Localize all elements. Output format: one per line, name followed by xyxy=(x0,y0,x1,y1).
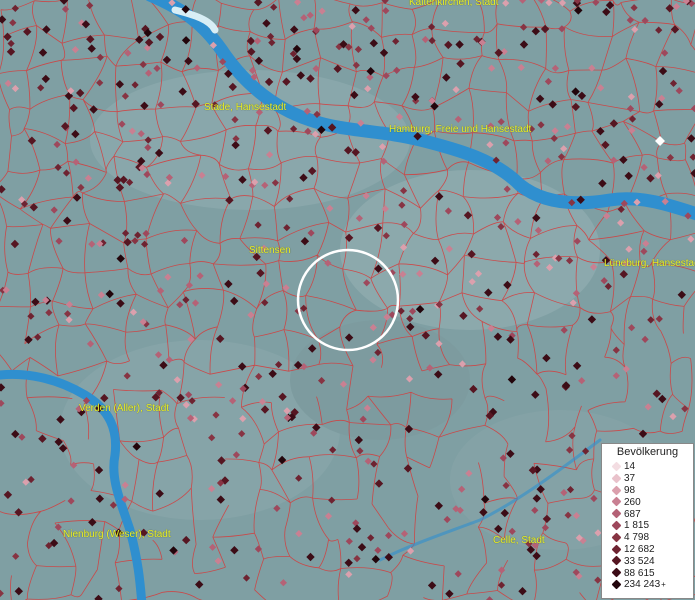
legend-item: 4 798 xyxy=(602,532,693,544)
label-stade: Stade, Hansestadt xyxy=(204,102,287,113)
legend-item: 33 524 xyxy=(602,555,693,567)
legend-title: Bevölkerung xyxy=(616,446,679,458)
legend-item: 234 243 + xyxy=(602,579,693,591)
label-celle: Celle, Stadt xyxy=(493,535,545,546)
label-hamburg: Hamburg, Freie und Hansestadt xyxy=(389,124,532,135)
legend-item: 260 xyxy=(602,496,693,508)
legend-swatch-icon xyxy=(611,496,622,507)
legend-swatch-icon xyxy=(611,485,622,496)
legend-item: 88 615 xyxy=(602,567,693,579)
legend-swatch-icon xyxy=(611,520,622,531)
legend-swatch-icon xyxy=(611,508,622,519)
label-kaltenkirchen: Kaltenkirchen, Stadt xyxy=(409,0,499,8)
legend-item: 687 xyxy=(602,508,693,520)
legend-swatch-icon xyxy=(611,473,622,484)
label-sittensen: Sittensen xyxy=(249,245,291,256)
legend-swatch-icon xyxy=(611,555,622,566)
population-legend: Bevölkerung 14 37 98 260 687 1 815 4 798… xyxy=(601,443,694,599)
label-verden: Verden (Aller), Stadt xyxy=(79,403,170,414)
label-nienburg: Nienburg (Weser), Stadt xyxy=(63,529,171,540)
legend-item: 37 xyxy=(602,473,693,485)
legend-swatch-icon xyxy=(611,532,622,543)
legend-swatch-icon xyxy=(611,461,622,472)
legend-swatch-icon xyxy=(611,567,622,578)
legend-item: 12 682 xyxy=(602,544,693,556)
legend-item: 1 815 xyxy=(602,520,693,532)
population-map[interactable] xyxy=(0,0,695,600)
legend-item: 14 xyxy=(602,461,693,473)
legend-swatch-icon xyxy=(611,544,622,555)
legend-swatch-icon xyxy=(611,579,622,590)
label-lueneburg: Lüneburg, Hansestadt xyxy=(604,258,695,269)
legend-plus-sign: + xyxy=(661,580,666,590)
legend-item: 98 xyxy=(602,485,693,497)
